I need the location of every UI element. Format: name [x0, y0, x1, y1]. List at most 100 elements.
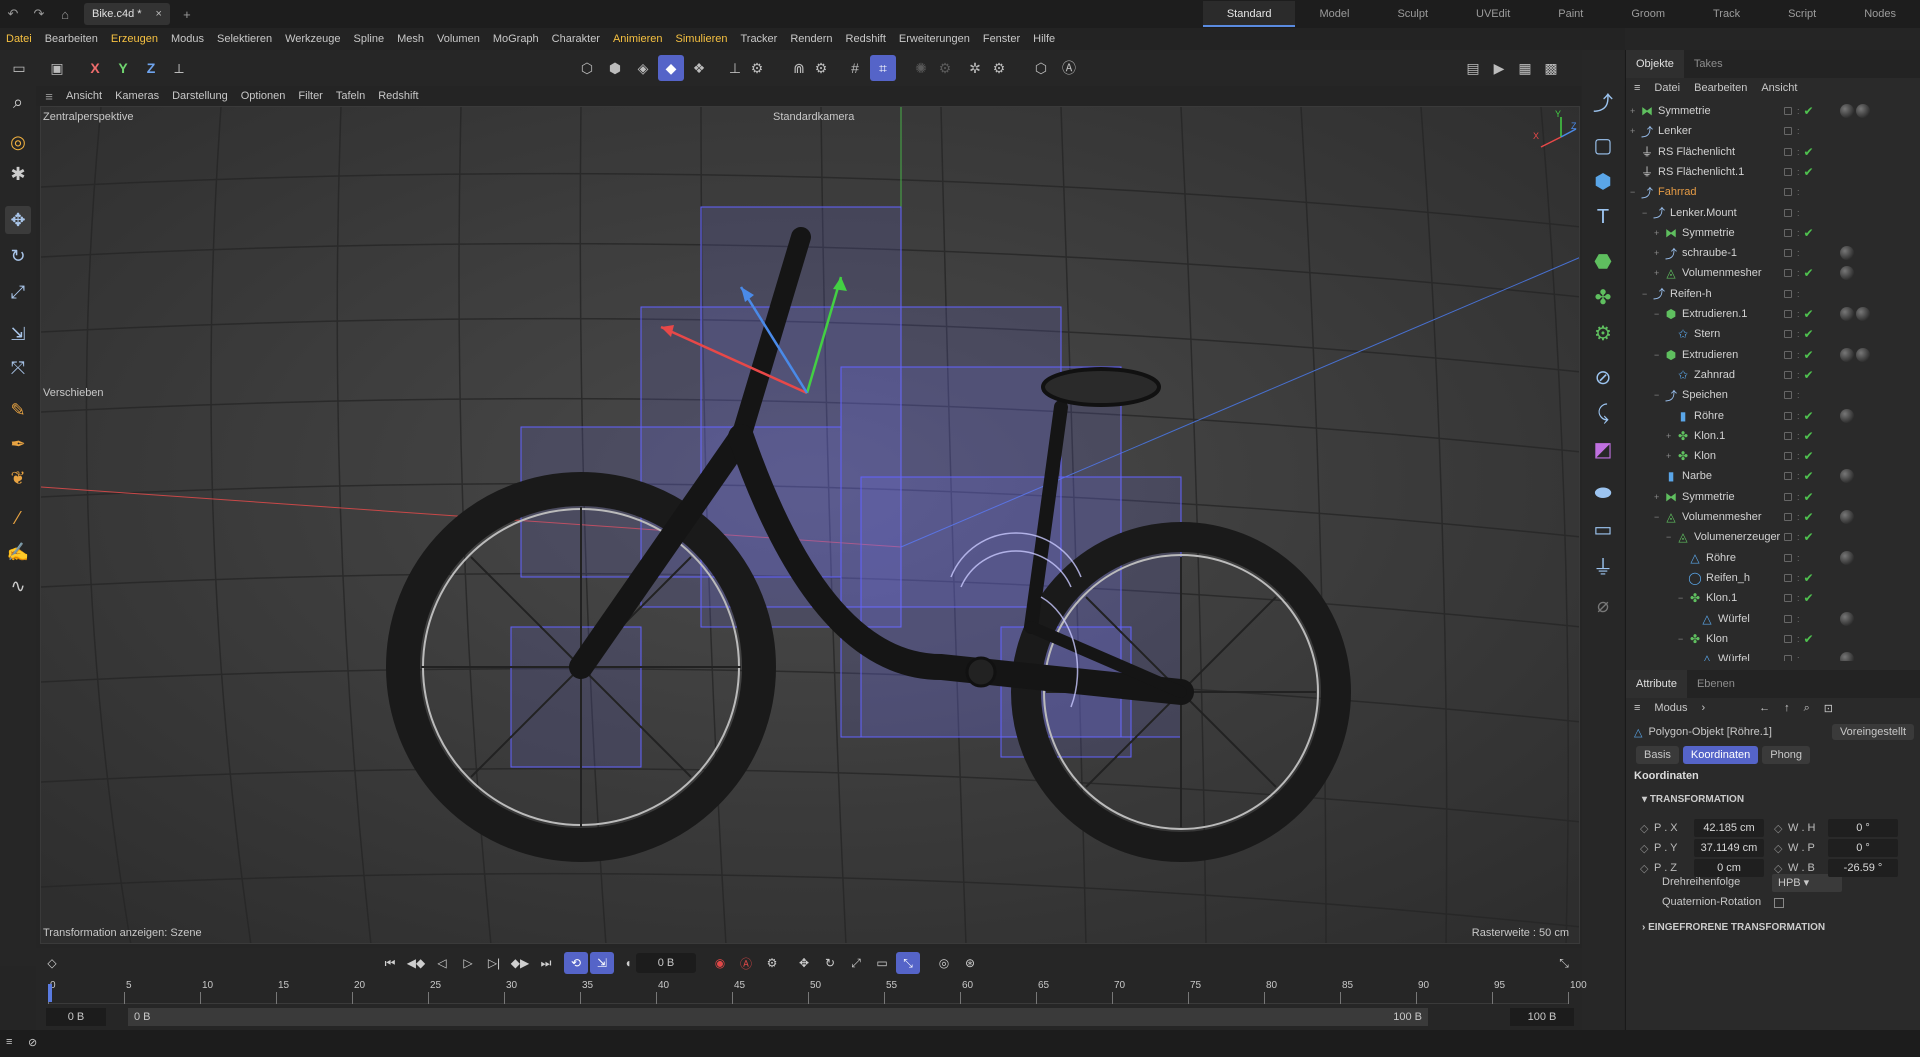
motion-record-icon[interactable]: ⊛ [958, 952, 982, 974]
coord-value[interactable]: 37.1149 cm [1694, 839, 1764, 857]
enabled-check-icon[interactable]: ✔ [1804, 145, 1814, 159]
enabled-check-icon[interactable]: ✔ [1804, 226, 1814, 240]
workplane-icon[interactable]: ⌗ [870, 55, 896, 81]
expand-toggle-icon[interactable]: − [1678, 593, 1688, 603]
menu-hilfe[interactable]: Hilfe [1033, 33, 1055, 45]
add-tab-icon[interactable]: + [174, 1, 200, 27]
null-object-icon[interactable]: ⤴ [1588, 86, 1618, 116]
cloner-icon[interactable]: ✤ [1588, 282, 1618, 312]
visibility-dots-icon[interactable]: : [1797, 167, 1800, 176]
edit-icon[interactable]: ⌀ [1588, 590, 1618, 620]
enabled-check-icon[interactable]: ✔ [1804, 632, 1814, 646]
back-arrow-icon[interactable]: ← [1759, 702, 1770, 714]
enabled-check-icon[interactable]: ✔ [1804, 409, 1814, 423]
object-row[interactable]: − ✤ Klon: ✔ [1626, 629, 1916, 649]
layout-tab-track[interactable]: Track [1689, 8, 1764, 20]
render-settings-icon[interactable]: ▩ [1538, 55, 1564, 81]
expand-toggle-icon[interactable]: − [1654, 350, 1664, 360]
material-tag-icon[interactable] [1840, 104, 1854, 118]
menu-selektieren[interactable]: Selektieren [217, 33, 272, 45]
material-tag-icon[interactable] [1840, 246, 1854, 261]
object-row[interactable]: ▮ Narbe: ✔ [1626, 466, 1916, 486]
viewport-menu-filter[interactable]: Filter [298, 90, 322, 102]
view-icon[interactable]: ▭ [6, 55, 32, 81]
enabled-check-icon[interactable]: ✔ [1804, 469, 1814, 483]
edges-mode-icon[interactable]: ⬢ [602, 55, 628, 81]
object-row[interactable]: ⏚ RS Flächenlicht: ✔ [1626, 142, 1916, 162]
visibility-dots-icon[interactable]: : [1797, 533, 1800, 542]
viewport-menu-optionen[interactable]: Optionen [241, 90, 286, 102]
record-icon[interactable]: ◉ [708, 952, 732, 974]
lock-icon[interactable]: ⊡ [1824, 702, 1833, 715]
keyframe-diamond-icon[interactable]: ◇ [1774, 822, 1788, 835]
layer-icon[interactable] [1784, 249, 1792, 258]
layout-tab-script[interactable]: Script [1764, 8, 1840, 20]
objects-menu-datei[interactable]: Datei [1654, 82, 1680, 94]
hamburger-icon[interactable]: ≡ [6, 1036, 12, 1048]
camera-icon[interactable]: ▭ [1588, 514, 1618, 544]
symmetry-settings-icon[interactable]: ⚙ [986, 55, 1012, 81]
spline-rect-icon[interactable]: ▢ [1588, 130, 1618, 160]
object-row[interactable]: + ⤴ Lenker: [1626, 121, 1916, 141]
menu-simulieren[interactable]: Simulieren [676, 33, 728, 45]
lasso-icon[interactable]: ∿ [5, 572, 31, 600]
quaternion-checkbox[interactable] [1774, 898, 1784, 908]
expand-toggle-icon[interactable]: + [1630, 126, 1640, 136]
material-tag-icon[interactable] [1840, 347, 1854, 362]
menu-werkzeuge[interactable]: Werkzeuge [285, 33, 340, 45]
subdivision-icon[interactable]: ⬣ [1588, 246, 1618, 276]
layer-icon[interactable] [1784, 370, 1792, 379]
layout-tab-model[interactable]: Model [1295, 8, 1373, 20]
menu-tracker[interactable]: Tracker [740, 33, 777, 45]
object-row[interactable]: + ⧓ Symmetrie: ✔ [1626, 487, 1916, 507]
hamburger-icon[interactable]: ≡ [1634, 702, 1640, 714]
transformation-group[interactable]: ▾ TRANSFORMATION [1642, 794, 1744, 805]
menu-volumen[interactable]: Volumen [437, 33, 480, 45]
visibility-dots-icon[interactable]: : [1797, 188, 1800, 197]
object-row[interactable]: + ⧓ Symmetrie: ✔ [1626, 223, 1916, 243]
object-row[interactable]: ▮ Röhre: ✔ [1626, 406, 1916, 426]
object-row[interactable]: − ⤴ Speichen: [1626, 385, 1916, 405]
check-icon[interactable]: ⊘ [28, 1036, 37, 1049]
enabled-check-icon[interactable]: ✔ [1804, 490, 1814, 504]
menu-fenster[interactable]: Fenster [983, 33, 1020, 45]
enabled-check-icon[interactable]: ✔ [1804, 510, 1814, 524]
tab-takes[interactable]: Takes [1684, 58, 1733, 70]
polygons-mode-icon[interactable]: ◈ [630, 55, 656, 81]
visibility-dots-icon[interactable]: : [1797, 147, 1800, 156]
undo-icon[interactable]: ↶ [0, 1, 26, 27]
subtab-koordinaten[interactable]: Koordinaten [1682, 746, 1759, 764]
layer-icon[interactable] [1784, 513, 1792, 521]
key-param-icon[interactable]: ▭ [870, 952, 894, 974]
search-icon[interactable]: ⌕ [5, 88, 31, 116]
hamburger-icon[interactable]: ≡ [36, 86, 62, 106]
object-row[interactable]: − ⤴ Reifen-h: [1626, 284, 1916, 304]
layer-icon[interactable] [1784, 634, 1792, 643]
material-tag-icon[interactable] [1856, 347, 1870, 362]
key-position-icon[interactable]: ✥ [792, 952, 816, 974]
visibility-dots-icon[interactable]: : [1797, 107, 1800, 116]
layer-icon[interactable] [1784, 452, 1792, 461]
document-tab[interactable]: Bike.c4d * × [84, 3, 170, 25]
keyframe-diamond-icon[interactable]: ◇ [1774, 842, 1788, 855]
material-tag-icon[interactable] [1840, 408, 1854, 423]
select-icon[interactable]: ◎ [5, 128, 31, 156]
light-icon[interactable]: ⏚ [1588, 550, 1618, 580]
timeline-ruler[interactable]: 0 5 10 15 20 25 30 35 40 45 50 55 60 65 70 75 80 85 90 95 10… [48, 980, 1587, 1004]
subtab-phong[interactable]: Phong [1762, 746, 1811, 764]
objects-menu-bearbeiten[interactable]: Bearbeiten [1694, 82, 1747, 94]
visibility-dots-icon[interactable]: : [1797, 614, 1800, 623]
object-row[interactable]: − ◬ Volumenmesher: ✔ [1626, 507, 1916, 527]
grid-icon[interactable]: # [842, 55, 868, 81]
viewport-menu-darstellung[interactable]: Darstellung [172, 90, 228, 102]
layer-icon[interactable] [1784, 350, 1792, 359]
layer-icon[interactable] [1784, 533, 1792, 542]
layer-icon[interactable] [1784, 411, 1792, 420]
expand-toggle-icon[interactable]: − [1666, 532, 1676, 542]
object-row[interactable]: ⏚ RS Flächenlicht.1: ✔ [1626, 162, 1916, 182]
layer-icon[interactable] [1784, 391, 1792, 400]
layer-icon[interactable] [1784, 208, 1792, 217]
render-view-icon[interactable]: ▶ [1486, 55, 1512, 81]
play-icon[interactable]: ▷ [456, 952, 480, 974]
prev-key-icon[interactable]: ◀◆ [404, 952, 428, 974]
